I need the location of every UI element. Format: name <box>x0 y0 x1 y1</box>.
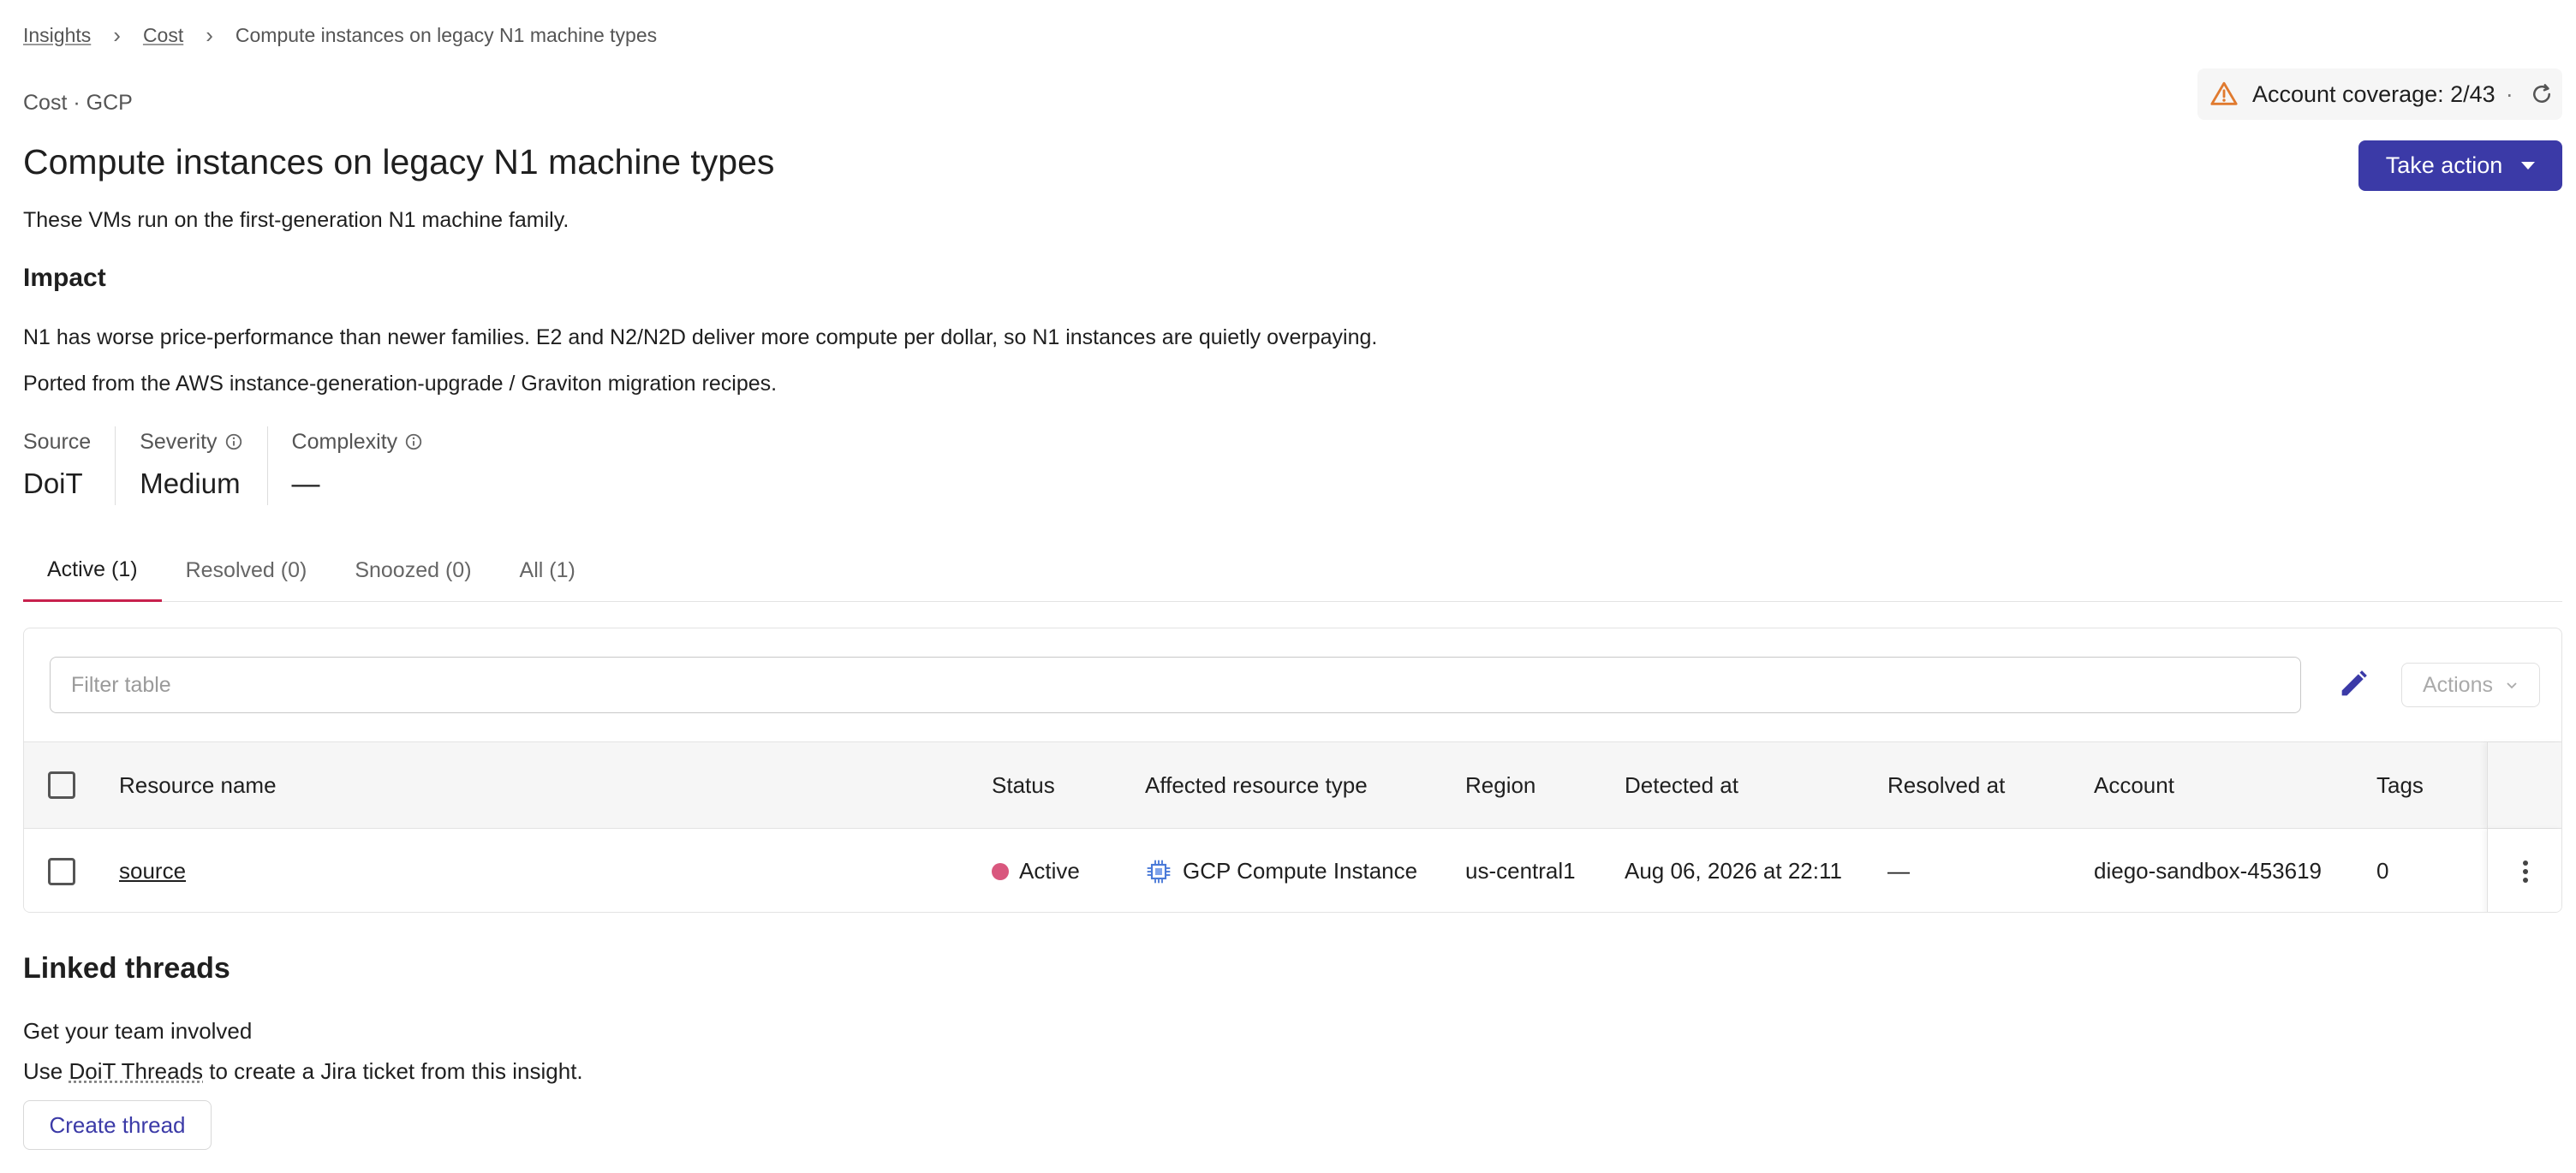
status-tabs: Active (1) Resolved (0) Snoozed (0) All … <box>23 539 2562 602</box>
impact-text: N1 has worse price-performance than newe… <box>23 325 1378 349</box>
column-resource-type[interactable]: Affected resource type <box>1145 742 1368 828</box>
tab-resolved[interactable]: Resolved (0) <box>162 539 331 602</box>
impact-source-note: Ported from the AWS instance-generation-… <box>23 372 778 396</box>
tags-cell: 0 <box>2376 858 2389 884</box>
warning-icon <box>2210 81 2238 105</box>
pencil-icon[interactable] <box>2336 667 2370 701</box>
linked-threads-desc-prefix: Use <box>23 1058 69 1084</box>
resource-type-text: GCP Compute Instance <box>1183 858 1418 884</box>
stat-severity-label: Severity <box>140 429 218 454</box>
insight-page: Insights › Cost › Compute instances on l… <box>0 0 2576 1173</box>
column-account[interactable]: Account <box>2094 742 2174 828</box>
resource-type-cell: GCP Compute Instance <box>1145 829 1418 912</box>
insight-description: These VMs run on the first-generation N1… <box>23 208 569 232</box>
table-header: Resource name Status Affected resource t… <box>24 741 2561 829</box>
breadcrumb-insights[interactable]: Insights <box>23 24 91 47</box>
more-vertical-icon[interactable] <box>2521 858 2530 885</box>
detected-at-cell: Aug 06, 2026 at 22:11 <box>1625 858 1842 884</box>
actions-dropdown[interactable]: Actions <box>2401 663 2540 707</box>
account-coverage-label: Account coverage: 2/43 <box>2252 80 2496 107</box>
stat-complexity-label: Complexity <box>291 429 398 454</box>
stat-source: Source DoiT <box>23 426 115 505</box>
account-coverage: Account coverage: 2/43 · <box>2197 68 2562 120</box>
column-resolved-at[interactable]: Resolved at <box>1887 742 2005 828</box>
account-cell: diego-sandbox-453619 <box>2094 858 2322 884</box>
stat-severity: Severity Medium <box>115 426 266 505</box>
column-region[interactable]: Region <box>1465 742 1535 828</box>
linked-threads-description: Use DoiT Threads to create a Jira ticket… <box>23 1058 583 1085</box>
page-title: Compute instances on legacy N1 machine t… <box>23 142 775 182</box>
tab-active[interactable]: Active (1) <box>23 539 162 602</box>
column-resource-name[interactable]: Resource name <box>119 742 277 828</box>
stat-source-label: Source <box>23 429 92 454</box>
status-cell: Active <box>992 829 1080 912</box>
chevron-down-icon <box>2507 682 2517 689</box>
resources-table-card: Actions Resource name Status Affected re… <box>23 628 2562 913</box>
take-action-button[interactable]: Take action <box>2358 140 2562 191</box>
actions-column-header <box>2487 742 2561 828</box>
refresh-icon[interactable] <box>2529 81 2555 107</box>
tab-all[interactable]: All (1) <box>496 539 599 602</box>
linked-threads-subtitle: Get your team involved <box>23 1018 253 1044</box>
stat-source-value: DoiT <box>23 467 83 499</box>
impact-heading: Impact <box>23 264 106 292</box>
region-cell: us-central1 <box>1465 858 1576 884</box>
caret-down-icon <box>2521 162 2536 170</box>
take-action-label: Take action <box>2385 152 2503 178</box>
resource-name-link[interactable]: source <box>119 858 186 884</box>
chevron-right-icon: › <box>113 22 121 48</box>
insight-category: Cost · GCP <box>23 91 133 115</box>
row-checkbox[interactable] <box>48 857 75 885</box>
stat-complexity-value: — <box>291 467 320 499</box>
column-status[interactable]: Status <box>992 742 1055 828</box>
insight-stats: Source DoiT Severity Medium Complexity — <box>23 426 447 505</box>
column-tags[interactable]: Tags <box>2376 742 2424 828</box>
resolved-at-cell: — <box>1887 858 1910 884</box>
create-thread-button[interactable]: Create thread <box>23 1100 212 1150</box>
stat-severity-value: Medium <box>140 467 241 499</box>
filter-table-input[interactable] <box>50 657 2301 713</box>
stat-complexity: Complexity — <box>266 426 448 505</box>
doit-threads-link[interactable]: DoiT Threads <box>69 1058 203 1084</box>
actions-label: Actions <box>2423 672 2493 697</box>
breadcrumb-cost[interactable]: Cost <box>143 24 183 47</box>
tab-snoozed[interactable]: Snoozed (0) <box>331 539 495 602</box>
coverage-separator: · <box>2505 80 2513 107</box>
status-dot <box>992 862 1009 880</box>
breadcrumb: Insights › Cost › Compute instances on l… <box>23 22 657 49</box>
select-all-checkbox[interactable] <box>48 771 75 799</box>
status-text: Active <box>1019 858 1080 884</box>
breadcrumb-current: Compute instances on legacy N1 machine t… <box>235 24 658 46</box>
gcp-compute-icon <box>1147 860 1171 883</box>
column-detected-at[interactable]: Detected at <box>1625 742 1738 828</box>
info-icon[interactable] <box>224 432 243 451</box>
linked-threads-desc-suffix: to create a Jira ticket from this insigh… <box>203 1058 583 1084</box>
linked-threads-title: Linked threads <box>23 952 230 985</box>
row-menu-cell <box>2487 829 2561 912</box>
table-row[interactable]: source Active GCP Compute Instance us-ce… <box>24 829 2561 912</box>
info-icon[interactable] <box>404 432 423 451</box>
chevron-right-icon: › <box>206 22 213 48</box>
